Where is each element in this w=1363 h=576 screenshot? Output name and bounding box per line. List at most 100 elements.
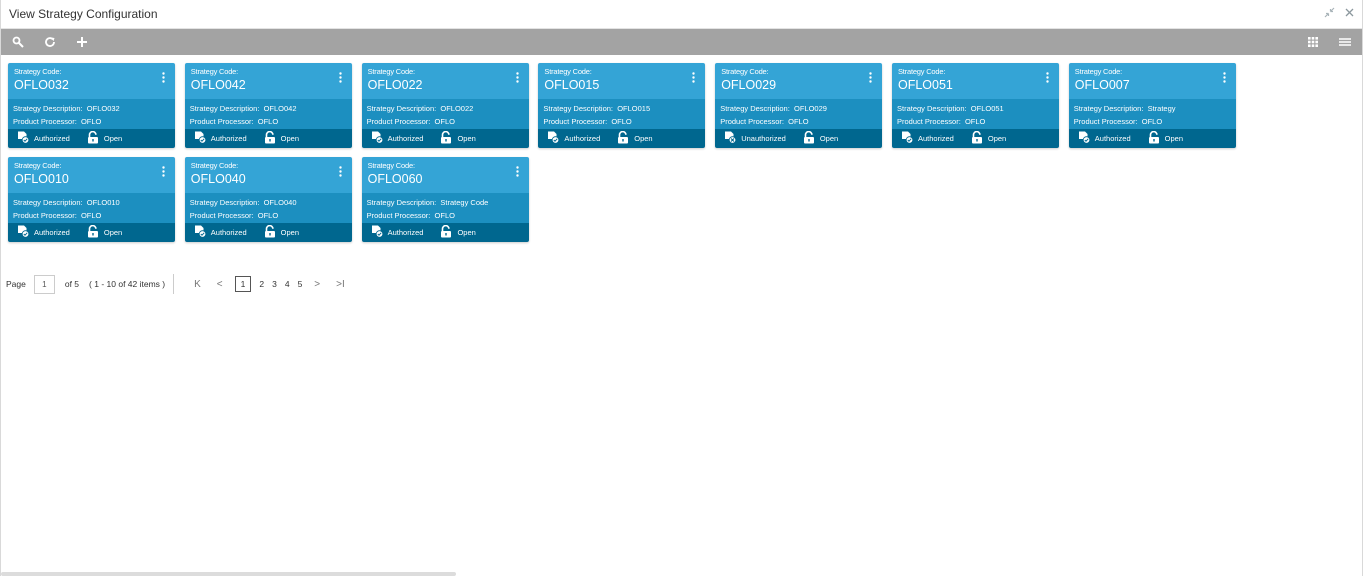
- auth-status-label: Authorized: [918, 134, 954, 143]
- window-title: View Strategy Configuration: [9, 7, 158, 21]
- strategy-card[interactable]: Strategy Code: OFLO040 Strategy Descriptio…: [184, 157, 352, 242]
- strategy-description: OFLO029: [793, 104, 827, 113]
- page-number-4[interactable]: 4: [285, 279, 290, 289]
- strategy-description-row: Strategy Description: Strategy Code: [367, 196, 524, 209]
- card-header: Strategy Code: OFLO042: [184, 63, 352, 99]
- product-processor-row: Product Processor: OFLO: [720, 115, 877, 128]
- card-footer: Authorized Open: [361, 223, 529, 242]
- next-page-button[interactable]: >: [314, 279, 320, 290]
- strategy-description: OFLO015: [617, 104, 651, 113]
- list-icon[interactable]: [1338, 35, 1352, 49]
- more-options-icon[interactable]: [339, 72, 342, 86]
- auth-status: Authorized: [16, 225, 70, 240]
- product-processor-row: Product Processor: OFLO: [1074, 115, 1231, 128]
- minimize-icon[interactable]: [1324, 7, 1335, 21]
- strategy-code-label: Strategy Code:: [721, 67, 769, 76]
- card-body: Strategy Description: OFLO040 Product Pro…: [184, 193, 352, 223]
- card-header: Strategy Code: OFLO022: [361, 63, 529, 99]
- card-footer: Authorized Open: [184, 129, 352, 148]
- window-controls: [1324, 7, 1354, 21]
- page-number-2[interactable]: 2: [259, 279, 264, 289]
- more-options-icon[interactable]: [162, 166, 165, 180]
- auth-status-label: Authorized: [34, 228, 70, 237]
- strategy-description-label: Strategy Description:: [897, 104, 967, 113]
- page-label: Page: [6, 279, 26, 289]
- record-status: Open: [970, 131, 1006, 146]
- strategy-card[interactable]: Strategy Code: OFLO022 Strategy Descriptio…: [361, 63, 529, 148]
- product-processor: OFLO: [611, 117, 632, 126]
- strategy-description-row: Strategy Description: OFLO040: [190, 196, 347, 209]
- more-options-icon[interactable]: [515, 166, 519, 180]
- card-body: Strategy Description: OFLO029 Product Pro…: [715, 99, 883, 129]
- strategy-description-label: Strategy Description:: [366, 104, 437, 113]
- auth-status-label: Authorized: [387, 134, 424, 143]
- refresh-icon[interactable]: [43, 35, 57, 49]
- card-header: Strategy Code: OFLO015: [538, 63, 706, 99]
- strategy-description-label: Strategy Description:: [1073, 104, 1144, 113]
- card-body: Strategy Description: OFLO010 Product Pro…: [8, 193, 175, 223]
- authorized-icon: [546, 131, 560, 146]
- horizontal-scrollbar[interactable]: [1, 572, 456, 576]
- card-header: Strategy Code: OFLO029: [715, 63, 883, 99]
- auth-status: Authorized: [1077, 131, 1131, 146]
- more-options-icon[interactable]: [869, 72, 872, 86]
- more-options-icon[interactable]: [339, 166, 342, 180]
- page-number-3[interactable]: 3: [272, 279, 277, 289]
- product-processor-row: Product Processor: OFLO: [13, 209, 170, 222]
- grid-icon[interactable]: [1306, 35, 1320, 49]
- strategy-card[interactable]: Strategy Code: OFLO051 Strategy Descriptio…: [892, 63, 1059, 148]
- record-status-label: Open: [987, 134, 1007, 143]
- strategy-description-row: Strategy Description: OFLO032: [13, 102, 170, 115]
- page-input[interactable]: 1: [33, 274, 55, 294]
- strategy-code: OFLO042: [190, 78, 246, 92]
- prev-page-button[interactable]: <: [217, 279, 223, 290]
- plus-icon[interactable]: [75, 35, 89, 49]
- record-status-label: Open: [1164, 134, 1184, 143]
- strategy-card[interactable]: Strategy Code: OFLO015 Strategy Descriptio…: [538, 63, 706, 148]
- close-icon[interactable]: [1345, 8, 1354, 20]
- more-options-icon[interactable]: [1223, 72, 1226, 86]
- last-page-button[interactable]: >I: [336, 279, 345, 290]
- product-processor-row: Product Processor: OFLO: [190, 115, 347, 128]
- product-processor-label: Product Processor:: [543, 117, 608, 126]
- strategy-card[interactable]: Strategy Code: OFLO007 Strategy Descriptio…: [1068, 63, 1236, 148]
- auth-status-label: Authorized: [210, 228, 247, 237]
- first-page-button[interactable]: K: [194, 279, 201, 290]
- card-body: Strategy Description: Strategy Code Produ…: [361, 193, 529, 223]
- card-header: Strategy Code: OFLO040: [184, 157, 352, 193]
- authorized-icon: [16, 225, 30, 240]
- strategy-description: OFLO032: [86, 104, 120, 113]
- record-status: Open: [616, 131, 653, 146]
- card-header: Strategy Code: OFLO007: [1068, 63, 1236, 99]
- card-footer: Authorized Open: [361, 129, 529, 148]
- more-options-icon[interactable]: [692, 72, 696, 86]
- strategy-card[interactable]: Strategy Code: OFLO029 Strategy Descriptio…: [715, 63, 883, 148]
- page-number-1[interactable]: 1: [234, 276, 252, 292]
- product-processor-row: Product Processor: OFLO: [367, 115, 524, 128]
- strategy-card[interactable]: Strategy Code: OFLO032 Strategy Descriptio…: [8, 63, 175, 148]
- more-options-icon[interactable]: [1046, 72, 1049, 86]
- card-footer: Authorized Open: [184, 223, 352, 242]
- strategy-code-label: Strategy Code:: [544, 67, 592, 76]
- card-header: Strategy Code: OFLO010: [8, 157, 175, 193]
- page-number-5[interactable]: 5: [298, 279, 303, 289]
- strategy-card[interactable]: Strategy Code: OFLO060 Strategy Descriptio…: [361, 157, 529, 242]
- unlock-icon: [263, 131, 277, 146]
- record-status-label: Open: [280, 228, 300, 237]
- strategy-code-label: Strategy Code:: [367, 161, 415, 170]
- strategy-card[interactable]: Strategy Code: OFLO010 Strategy Descriptio…: [8, 157, 175, 242]
- record-status: Open: [86, 131, 122, 146]
- product-processor-label: Product Processor:: [366, 211, 431, 220]
- more-options-icon[interactable]: [515, 72, 519, 86]
- product-processor: OFLO: [257, 211, 279, 220]
- authorized-icon: [16, 131, 30, 146]
- search-icon[interactable]: [11, 35, 25, 49]
- more-options-icon[interactable]: [162, 72, 165, 86]
- strategy-code: OFLO051: [898, 78, 953, 92]
- record-status: Open: [439, 225, 476, 240]
- card-footer: Authorized Open: [1068, 129, 1236, 148]
- strategy-card[interactable]: Strategy Code: OFLO042 Strategy Descriptio…: [184, 63, 352, 148]
- strategy-description-label: Strategy Description:: [543, 104, 614, 113]
- authorized-icon: [370, 225, 384, 240]
- strategy-code-label: Strategy Code:: [898, 67, 946, 76]
